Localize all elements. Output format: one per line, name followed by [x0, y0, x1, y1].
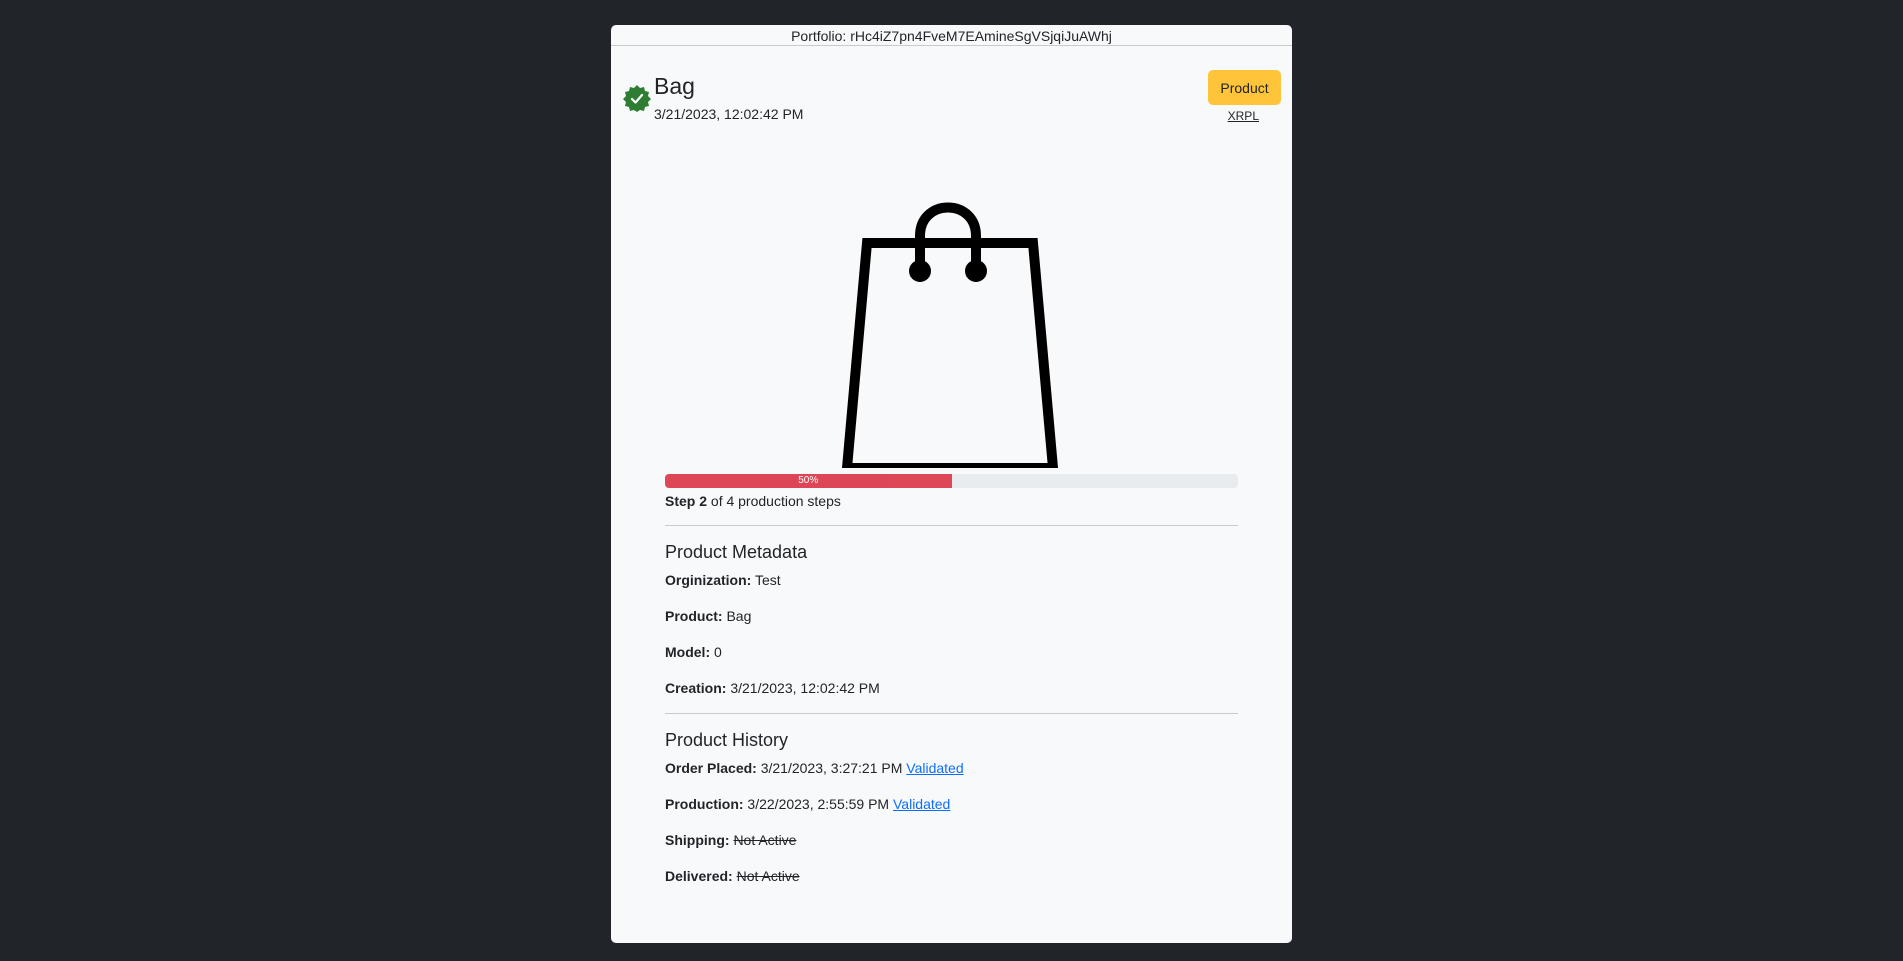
status-not-active: Not Active: [733, 832, 797, 848]
step-text: Step 2 of 4 production steps: [665, 492, 841, 510]
verified-check-icon: [623, 85, 651, 112]
divider: [665, 713, 1238, 714]
shopping-bag-icon: [841, 202, 1059, 468]
history-order-placed: Order Placed: 3/21/2023, 3:27:21 PM Vali…: [665, 759, 964, 777]
field-label: Model:: [665, 644, 711, 660]
event-label: Production:: [665, 796, 744, 812]
product-card: Portfolio: rHc4iZ7pn4FveM7EAmineSgVSjqiJ…: [611, 25, 1292, 943]
step-total: of 4 production steps: [707, 493, 841, 509]
history-delivered: Delivered: Not Active: [665, 867, 800, 885]
status-not-active: Not Active: [736, 868, 800, 884]
field-label: Creation:: [665, 680, 727, 696]
field-model: Model: 0: [665, 643, 722, 661]
event-label: Order Placed:: [665, 760, 757, 776]
event-date: 3/21/2023, 3:27:21 PM: [756, 760, 907, 776]
field-creation: Creation: 3/21/2023, 12:02:42 PM: [665, 679, 880, 697]
validated-link[interactable]: Validated: [893, 796, 950, 812]
portfolio-header: Portfolio: rHc4iZ7pn4FveM7EAmineSgVSjqiJ…: [611, 25, 1292, 46]
history-production: Production: 3/22/2023, 2:55:59 PM Valida…: [665, 795, 950, 813]
xrpl-link[interactable]: XRPL: [1228, 109, 1259, 123]
product-button[interactable]: Product: [1208, 70, 1281, 105]
divider: [665, 525, 1238, 526]
validated-link[interactable]: Validated: [906, 760, 963, 776]
field-value: Bag: [722, 608, 752, 624]
metadata-heading: Product Metadata: [665, 542, 808, 562]
field-label: Product:: [665, 608, 723, 624]
item-title: Bag: [654, 73, 695, 99]
history-heading: Product History: [665, 730, 789, 750]
progress-fill: 50%: [665, 474, 952, 488]
item-date: 3/21/2023, 12:02:42 PM: [654, 106, 804, 122]
event-label: Delivered:: [665, 868, 733, 884]
field-label: Orginization:: [665, 572, 752, 588]
field-value: Test: [751, 572, 781, 588]
field-value: 3/21/2023, 12:02:42 PM: [726, 680, 880, 696]
event-label: Shipping:: [665, 832, 730, 848]
field-organization: Orginization: Test: [665, 571, 781, 589]
history-shipping: Shipping: Not Active: [665, 831, 796, 849]
field-value: 0: [710, 644, 722, 660]
field-product: Product: Bag: [665, 607, 751, 625]
event-date: 3/22/2023, 2:55:59 PM: [743, 796, 893, 812]
production-progress-bar: 50%: [665, 474, 1238, 488]
step-current: Step 2: [665, 493, 708, 509]
